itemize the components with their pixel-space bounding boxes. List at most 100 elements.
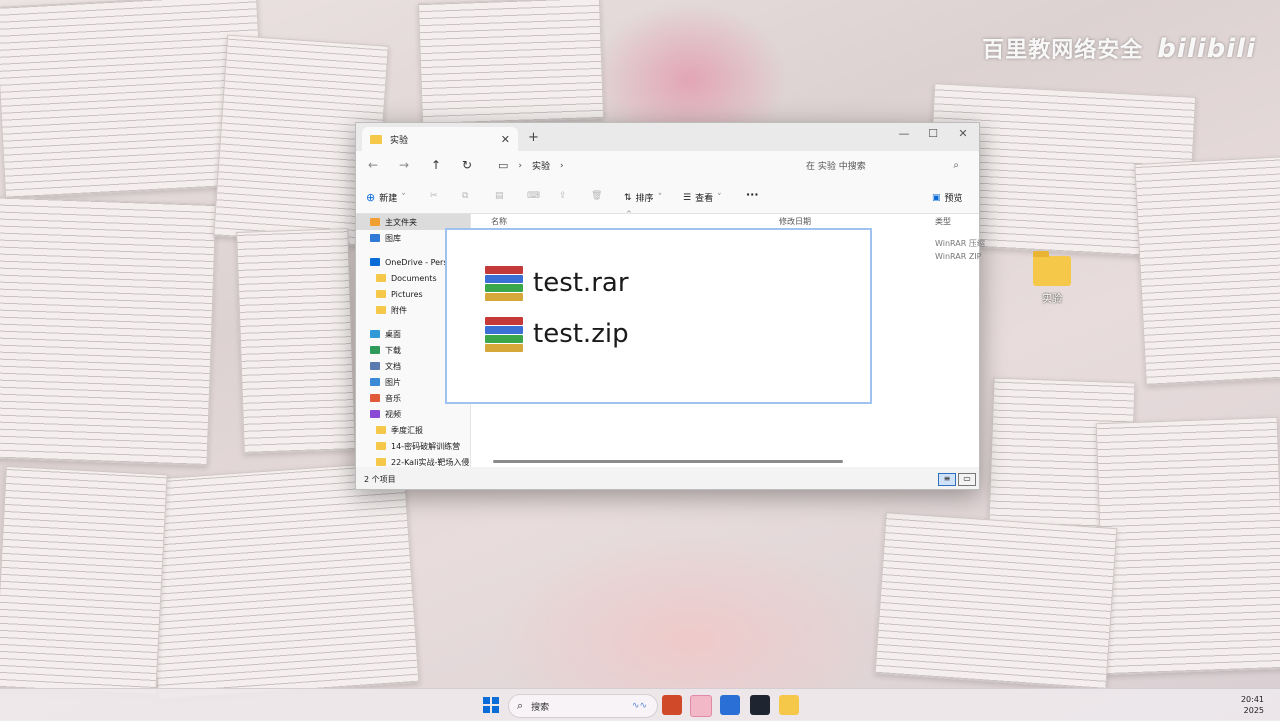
details-view-button[interactable]: ≡ bbox=[938, 473, 956, 486]
sort-button[interactable]: ⇅ 排序 ˅ bbox=[624, 191, 662, 205]
file-name: test.rar bbox=[533, 268, 629, 298]
collage-paper bbox=[417, 0, 605, 126]
navigation-bar: ← → ↑ ↻ ▭ › 实验 › 在 实验 中搜索 ⌕ bbox=[356, 151, 979, 181]
desktop-icon bbox=[370, 330, 380, 338]
search-icon: ⌕ bbox=[517, 699, 524, 712]
sort-icon: ⇅ bbox=[624, 192, 632, 203]
sidebar-item-label: 主文件夹 bbox=[385, 217, 417, 227]
paste-button[interactable]: ▤ bbox=[495, 191, 504, 201]
taskbar: ⌕ 搜索 ∿∿ 20:41 2025 bbox=[0, 688, 1280, 721]
share-button[interactable]: ⇪ bbox=[559, 191, 567, 201]
cut-button[interactable]: ✂ bbox=[430, 191, 438, 201]
sidebar-item-label: 文档 bbox=[385, 361, 401, 371]
document-icon bbox=[370, 362, 380, 370]
file-item-rar[interactable]: test.rar bbox=[485, 266, 629, 301]
column-header-type[interactable]: 类型 bbox=[935, 216, 951, 227]
file-item-zip[interactable]: test.zip bbox=[485, 317, 629, 352]
sidebar-item-label: 22-Kali实战-靶场入侵 bbox=[391, 457, 470, 467]
system-clock[interactable]: 20:41 2025 bbox=[1241, 694, 1264, 716]
terminal-app-icon[interactable] bbox=[750, 695, 770, 715]
desktop-folder-shortcut[interactable]: 实验 bbox=[1028, 251, 1076, 305]
file-name: test.zip bbox=[533, 319, 629, 349]
rename-button[interactable]: ⌨ bbox=[527, 191, 540, 201]
winrar-archive-icon bbox=[485, 317, 523, 352]
tiles-view-button[interactable]: ▭ bbox=[958, 473, 976, 486]
close-window-button[interactable]: ✕ bbox=[948, 127, 978, 140]
file-explorer-app-icon[interactable] bbox=[779, 695, 799, 715]
chat-app-icon[interactable] bbox=[720, 695, 740, 715]
column-header-name[interactable]: 名称 bbox=[491, 216, 507, 227]
minimize-button[interactable]: — bbox=[889, 127, 919, 140]
search-icon: ⌕ bbox=[953, 160, 959, 171]
close-tab-icon[interactable]: ✕ bbox=[501, 133, 510, 146]
zoomed-file-list: test.rar test.zip bbox=[445, 228, 872, 404]
taskbar-search-box[interactable]: ⌕ 搜索 ∿∿ bbox=[508, 694, 658, 718]
sort-label: 排序 bbox=[635, 194, 654, 204]
folder-icon bbox=[376, 426, 386, 434]
music-icon bbox=[370, 394, 380, 402]
clock-year: 2025 bbox=[1243, 706, 1264, 715]
taskbar-search-label: 搜索 bbox=[531, 702, 550, 713]
sidebar-item-label: 下载 bbox=[385, 345, 401, 355]
address-bar[interactable]: ▭ › 实验 › bbox=[492, 155, 782, 176]
new-button[interactable]: ⊕ 新建 ˅ bbox=[366, 191, 406, 204]
cloud-icon bbox=[370, 258, 380, 266]
chevron-down-icon: ˅ bbox=[401, 192, 406, 203]
maximize-button[interactable]: ☐ bbox=[918, 127, 948, 140]
sidebar-item-label: 附件 bbox=[391, 305, 407, 315]
sidebar-item[interactable]: 视频 bbox=[356, 406, 470, 422]
refresh-button[interactable]: ↻ bbox=[462, 158, 472, 172]
chevron-down-icon: ˅ bbox=[717, 192, 722, 203]
preview-pane-button[interactable]: ▣ 预览 bbox=[932, 191, 963, 205]
sidebar-item-label: 14-密码破解训练营 bbox=[391, 441, 461, 451]
column-header-modified[interactable]: 修改日期 bbox=[779, 216, 811, 227]
folder-icon bbox=[370, 134, 382, 144]
forward-button[interactable]: → bbox=[399, 158, 409, 172]
bilibili-watermark: 百里教网络安全 bilibili bbox=[982, 32, 1256, 64]
sidebar-item[interactable]: 14-密码破解训练营 bbox=[356, 438, 470, 454]
folder-icon bbox=[376, 306, 386, 314]
view-list-icon: ☰ bbox=[683, 192, 692, 203]
sidebar-item-label: Documents bbox=[391, 273, 437, 283]
copy-button[interactable]: ⧉ bbox=[462, 191, 468, 201]
view-button[interactable]: ☰ 查看 ˅ bbox=[683, 191, 722, 205]
computer-icon: ▭ bbox=[498, 159, 509, 172]
sort-indicator-icon: ^ bbox=[626, 210, 632, 218]
horizontal-scrollbar[interactable] bbox=[493, 460, 843, 463]
folder-icon bbox=[376, 290, 386, 298]
item-count: 2 个项目 bbox=[364, 474, 396, 484]
more-options-button[interactable]: ··· bbox=[746, 188, 759, 201]
browser-app-icon[interactable] bbox=[690, 695, 712, 717]
bilibili-logo: bilibili bbox=[1157, 34, 1256, 64]
preview-label: 预览 bbox=[944, 194, 963, 204]
sidebar-item-label: 音乐 bbox=[385, 393, 401, 403]
sidebar-item-label: 桌面 bbox=[385, 329, 401, 339]
collage-paper bbox=[874, 512, 1118, 690]
collage-paper bbox=[1095, 416, 1280, 676]
collage-paper bbox=[0, 465, 168, 697]
video-icon bbox=[370, 410, 380, 418]
folder-icon bbox=[1033, 251, 1071, 286]
delete-button[interactable]: 🗑 bbox=[591, 191, 602, 201]
search-input[interactable]: 在 实验 中搜索 ⌕ bbox=[796, 155, 971, 176]
preview-icon: ▣ bbox=[932, 192, 941, 203]
breadcrumb[interactable]: 实验 bbox=[532, 159, 550, 172]
tab-experiment[interactable]: 实验 ✕ bbox=[362, 127, 518, 151]
view-label: 查看 bbox=[695, 194, 714, 204]
clock-time: 20:41 bbox=[1240, 695, 1264, 704]
folder-icon bbox=[376, 442, 386, 450]
up-button[interactable]: ↑ bbox=[431, 158, 441, 172]
sidebar-item[interactable]: 22-Kali实战-靶场入侵 bbox=[356, 454, 470, 467]
title-bar: 实验 ✕ + — ☐ ✕ bbox=[356, 123, 979, 151]
collage-paper bbox=[0, 196, 217, 466]
sidebar-item[interactable]: 季度汇报 bbox=[356, 422, 470, 438]
back-button[interactable]: ← bbox=[368, 158, 378, 172]
sidebar-item-label: 图片 bbox=[385, 377, 401, 387]
powerpoint-app-icon[interactable] bbox=[662, 695, 682, 715]
folder-icon bbox=[376, 274, 386, 282]
search-placeholder: 在 实验 中搜索 bbox=[806, 162, 866, 172]
file-type-cell: WinRAR ZIP bbox=[935, 252, 982, 261]
windows-start-button[interactable] bbox=[483, 697, 499, 713]
new-tab-button[interactable]: + bbox=[528, 130, 539, 145]
picture-icon bbox=[370, 378, 380, 386]
